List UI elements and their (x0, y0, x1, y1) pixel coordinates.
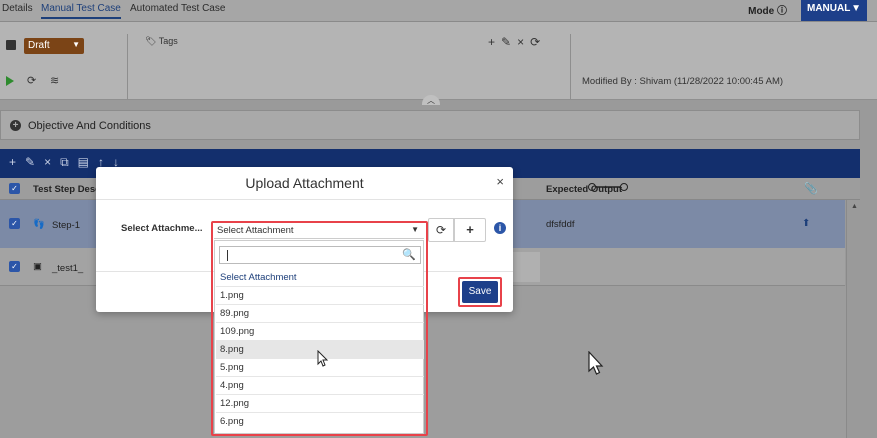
divider (127, 34, 128, 100)
tab-automated-test-case[interactable]: Automated Test Case (130, 3, 225, 14)
mode-label: Mode ⓘ (748, 6, 787, 17)
step-label: Step-1 (52, 220, 80, 231)
col-header-desc: Test Step Desc (33, 184, 101, 195)
expand-plus-icon[interactable]: + (10, 120, 21, 131)
paperclip-icon: 📎 (804, 183, 818, 195)
row-checkbox[interactable]: ✓ (9, 261, 20, 272)
save-button[interactable]: Save (462, 281, 498, 303)
plus-icon: + (466, 222, 474, 237)
expected-output: dfsfddf (546, 219, 575, 230)
info-icon: ⓘ (777, 6, 787, 17)
tag-actions: +✎×⟳ (488, 35, 546, 49)
highlight-box: Save (458, 277, 502, 307)
resize-handle[interactable] (588, 182, 628, 192)
select-attachment-label: Select Attachme... (121, 223, 203, 234)
tab-details[interactable]: Details (2, 3, 33, 14)
edit-icon[interactable]: ✎ (501, 35, 517, 49)
mouse-pointer-icon (317, 350, 329, 367)
tab-bar: Details Manual Test Case Automated Test … (0, 0, 877, 22)
add-tag-icon[interactable]: + (488, 35, 501, 49)
add-attachment-button[interactable]: + (454, 218, 486, 242)
mode-value: MANUAL (807, 3, 851, 14)
objective-label: Objective And Conditions (28, 120, 151, 132)
mode-dropdown[interactable]: MANUAL ▼ (801, 0, 867, 21)
mouse-pointer-icon (588, 351, 604, 375)
save-icon[interactable] (6, 40, 16, 50)
tags-label: 🏷 Tags (145, 36, 178, 46)
run-icon[interactable] (6, 76, 14, 86)
modal-title: Upload Attachment (245, 175, 364, 191)
edit-step-icon[interactable]: ✎ (25, 155, 44, 169)
refresh-icon: ⟳ (435, 223, 447, 237)
step-icon: ▣ (33, 261, 42, 272)
layers-icon[interactable]: ≋ (50, 74, 59, 87)
modified-by: Modified By : Shivam (11/28/2022 10:00:4… (582, 76, 784, 87)
refresh-icon[interactable]: ⟳ (27, 74, 36, 87)
add-step-icon[interactable]: + (9, 155, 25, 169)
status-value: Draft (28, 40, 50, 51)
highlight-box (211, 221, 428, 436)
scroll-up-icon[interactable]: ▲ (851, 203, 858, 210)
test-case-toolbar: Draft ▼ ⟳ ≋ 🏷 Tags +✎×⟳ Modified By : Sh… (0, 22, 877, 100)
delete-step-icon[interactable]: × (44, 155, 60, 169)
select-all-checkbox[interactable]: ✓ (9, 183, 20, 194)
paste-icon[interactable]: ▤ (78, 155, 98, 169)
objective-section[interactable]: + Objective And Conditions (0, 110, 860, 140)
row-checkbox[interactable]: ✓ (9, 218, 20, 229)
caret-down-icon: ▼ (72, 40, 80, 49)
table-cell (510, 252, 540, 282)
copy-icon[interactable]: ⧉ (60, 155, 78, 169)
info-icon[interactable]: i (494, 222, 506, 234)
caret-down-icon: ▼ (851, 3, 861, 14)
close-icon[interactable]: × (496, 174, 504, 189)
scrollbar[interactable] (846, 200, 860, 438)
tab-manual-test-case[interactable]: Manual Test Case (41, 3, 121, 19)
refresh-button[interactable]: ⟳ (428, 218, 454, 242)
status-dropdown[interactable]: Draft ▼ (24, 38, 84, 54)
modal-header: Upload Attachment × (96, 167, 513, 200)
step-label: _test1_ (52, 263, 84, 274)
upload-icon[interactable]: ⬆ (802, 218, 810, 229)
footsteps-icon: 👣 (33, 219, 45, 230)
close-icon[interactable]: × (517, 35, 530, 49)
divider (570, 34, 571, 100)
refresh-icon[interactable]: ⟳ (530, 35, 546, 49)
